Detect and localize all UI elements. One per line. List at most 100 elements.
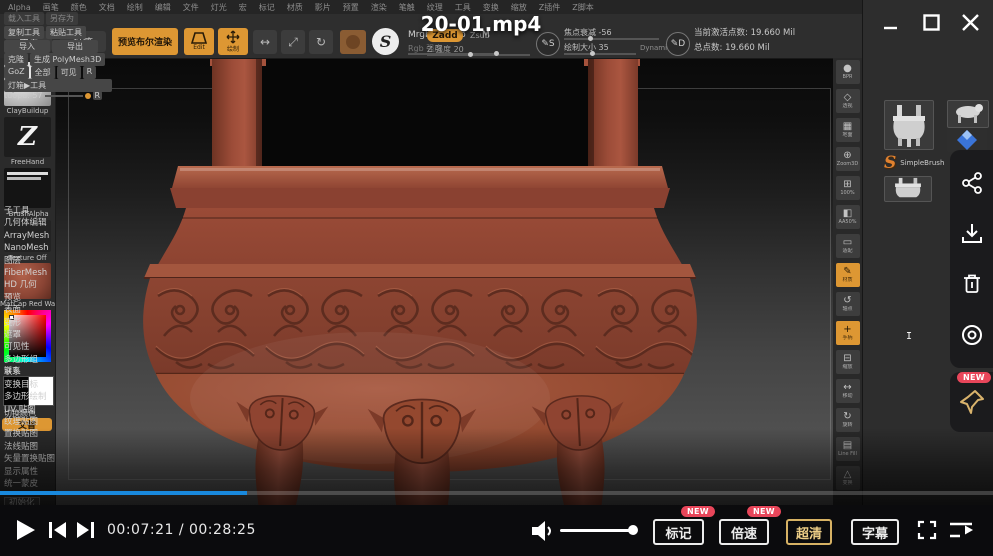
palette-section-item[interactable]: 多边形绘制 — [4, 391, 128, 403]
save-as-button[interactable]: 另存为 — [46, 12, 78, 25]
palette-section-item[interactable]: ArrayMesh — [4, 230, 128, 242]
menu-item[interactable]: 笔触 — [393, 2, 421, 13]
right-shelf-button[interactable]: ↻ 旋转 — [836, 408, 860, 432]
edit-mode-button[interactable]: Edit — [184, 28, 214, 55]
share-icon[interactable] — [960, 171, 984, 195]
palette-section-item[interactable]: 可见性 — [4, 341, 128, 353]
palette-section-item[interactable]: FiberMesh — [4, 267, 128, 279]
current-tool-icon[interactable]: S — [372, 28, 399, 55]
menu-item[interactable]: 影片 — [309, 2, 337, 13]
draw-size-knob[interactable] — [590, 51, 595, 56]
menu-item[interactable]: 材质 — [281, 2, 309, 13]
focal-shift-knob[interactable] — [588, 36, 593, 41]
menu-item[interactable]: 变换 — [477, 2, 505, 13]
palette-section-item[interactable]: 置换贴图 — [4, 428, 128, 440]
mark-button[interactable]: 标记 — [653, 519, 704, 545]
draw-size-label[interactable]: 绘制大小 35 — [564, 42, 609, 53]
goz-button[interactable]: GoZ — [4, 66, 29, 79]
palette-section-item[interactable]: 多边形组 — [4, 354, 128, 366]
paste-tool-button[interactable]: 粘贴工具 — [46, 26, 86, 39]
right-shelf-button[interactable]: ✎ 材质 — [836, 263, 860, 287]
right-shelf-button[interactable]: ⊞ 100% — [836, 176, 860, 200]
minimize-button[interactable] — [882, 18, 899, 35]
z-intensity-slider[interactable] — [427, 54, 530, 56]
delete-icon[interactable] — [960, 272, 984, 296]
r-button[interactable]: R — [83, 66, 97, 79]
menu-item[interactable]: Z插件 — [533, 2, 566, 13]
play-button[interactable] — [14, 518, 36, 542]
fullscreen-button[interactable] — [917, 520, 937, 540]
palette-section-item[interactable]: 子工具 — [4, 205, 128, 217]
palette-section-item[interactable]: NanoMesh — [4, 242, 128, 254]
current-brush-tile[interactable] — [340, 30, 366, 54]
previous-button[interactable] — [48, 521, 67, 539]
palette-section-item[interactable]: 联系 — [4, 366, 128, 378]
volume-knob[interactable] — [628, 525, 638, 535]
palette-section-item[interactable]: 纹理贴图 — [4, 416, 128, 428]
right-shelf-button[interactable]: ⊕ Zoom3D — [836, 147, 860, 171]
subtool-slider-label[interactable]: tuopu. 57 — [4, 91, 43, 100]
palette-section-item[interactable]: 变换目标 — [4, 379, 128, 391]
export-button[interactable]: 导出 — [52, 40, 98, 53]
record-icon[interactable] — [960, 323, 984, 347]
menu-item[interactable]: 缩放 — [505, 2, 533, 13]
palette-section-item[interactable]: 图层 — [4, 255, 128, 267]
menu-item[interactable]: 文件 — [177, 2, 205, 13]
palette-section-item[interactable]: 矢量置换贴图 — [4, 453, 128, 465]
right-shelf-button[interactable]: ◇ 透视 — [836, 89, 860, 113]
focal-shift-slider[interactable] — [564, 38, 659, 40]
menu-item[interactable]: 画笔 — [37, 2, 65, 13]
menu-item[interactable]: Alpha — [2, 3, 37, 12]
quality-button[interactable]: 超清 — [786, 519, 832, 545]
draw-mode-button[interactable]: 绘制 — [218, 28, 248, 55]
right-shelf-button[interactable]: ▭ 适配 — [836, 234, 860, 258]
right-shelf-button[interactable]: ↺ 轴点 — [836, 292, 860, 316]
menu-item[interactable]: 绘制 — [121, 2, 149, 13]
pin-icon[interactable] — [958, 388, 986, 416]
alpha-picker[interactable] — [4, 168, 51, 208]
menu-item[interactable]: 灯光 — [205, 2, 233, 13]
right-shelf-button[interactable]: ◧ AA50% — [836, 205, 860, 229]
download-icon[interactable] — [960, 222, 984, 246]
active-tool-thumbnail[interactable]: tuopu — [884, 100, 934, 150]
palette-section-item[interactable]: HD 几何 — [4, 279, 128, 291]
make-polymesh-button[interactable]: 生成 PolyMesh3D — [30, 53, 105, 66]
stroke-picker[interactable]: Z — [4, 117, 51, 157]
menu-item[interactable]: 渲染 — [365, 2, 393, 13]
subtool-slider-track[interactable] — [45, 95, 83, 97]
palette-section-item[interactable]: 遮罩 — [4, 329, 128, 341]
video-progress-bar[interactable] — [0, 490, 993, 496]
rgb-intensity-knob[interactable] — [494, 51, 499, 56]
subtool-slider-knob[interactable] — [85, 93, 91, 99]
draw-size-slider[interactable] — [564, 53, 636, 55]
scale-mode-button[interactable]: ⤢ — [281, 30, 305, 54]
next-button[interactable] — [76, 521, 95, 539]
tool-slot-3[interactable] — [947, 128, 987, 152]
menu-item[interactable]: 标记 — [253, 2, 281, 13]
dynamic-mode-button[interactable]: ✎D — [666, 32, 690, 56]
right-shelf-button[interactable]: + 手柄 — [836, 321, 860, 345]
palette-section-item[interactable]: 变形 — [4, 317, 128, 329]
menu-item[interactable]: 颜色 — [65, 2, 93, 13]
right-shelf-button[interactable]: ↔ 移动 — [836, 379, 860, 403]
move-mode-button[interactable]: ↔ — [253, 30, 277, 54]
z-intensity-knob[interactable] — [468, 52, 473, 57]
menu-item[interactable]: 编辑 — [149, 2, 177, 13]
palette-section-item[interactable]: 预览 — [4, 292, 128, 304]
tool-slot-4[interactable]: tuopu — [884, 176, 932, 202]
menu-item[interactable]: 文档 — [93, 2, 121, 13]
playlist-button[interactable] — [948, 521, 974, 539]
rotate-mode-button[interactable]: ↻ — [309, 30, 333, 54]
palette-section-item[interactable]: 显示属性 — [4, 466, 128, 478]
menu-item[interactable]: Z脚本 — [566, 2, 599, 13]
goz-visible-button[interactable]: 可见 — [57, 66, 81, 79]
preview-boolean-button[interactable]: 预览布尔渲染 — [112, 28, 178, 55]
volume-icon[interactable] — [530, 519, 554, 543]
goz-all-button[interactable]: 全部 — [31, 66, 55, 79]
import-button[interactable]: 导入 — [4, 40, 50, 53]
palette-section-item[interactable]: UV 贴图 — [4, 404, 128, 416]
subtitle-button[interactable]: 字幕 — [851, 519, 899, 545]
right-shelf-button[interactable]: ▤ Line Fill — [836, 437, 860, 461]
clone-button[interactable]: 克隆 — [4, 53, 28, 66]
palette-section-item[interactable]: 表面 — [4, 304, 128, 316]
